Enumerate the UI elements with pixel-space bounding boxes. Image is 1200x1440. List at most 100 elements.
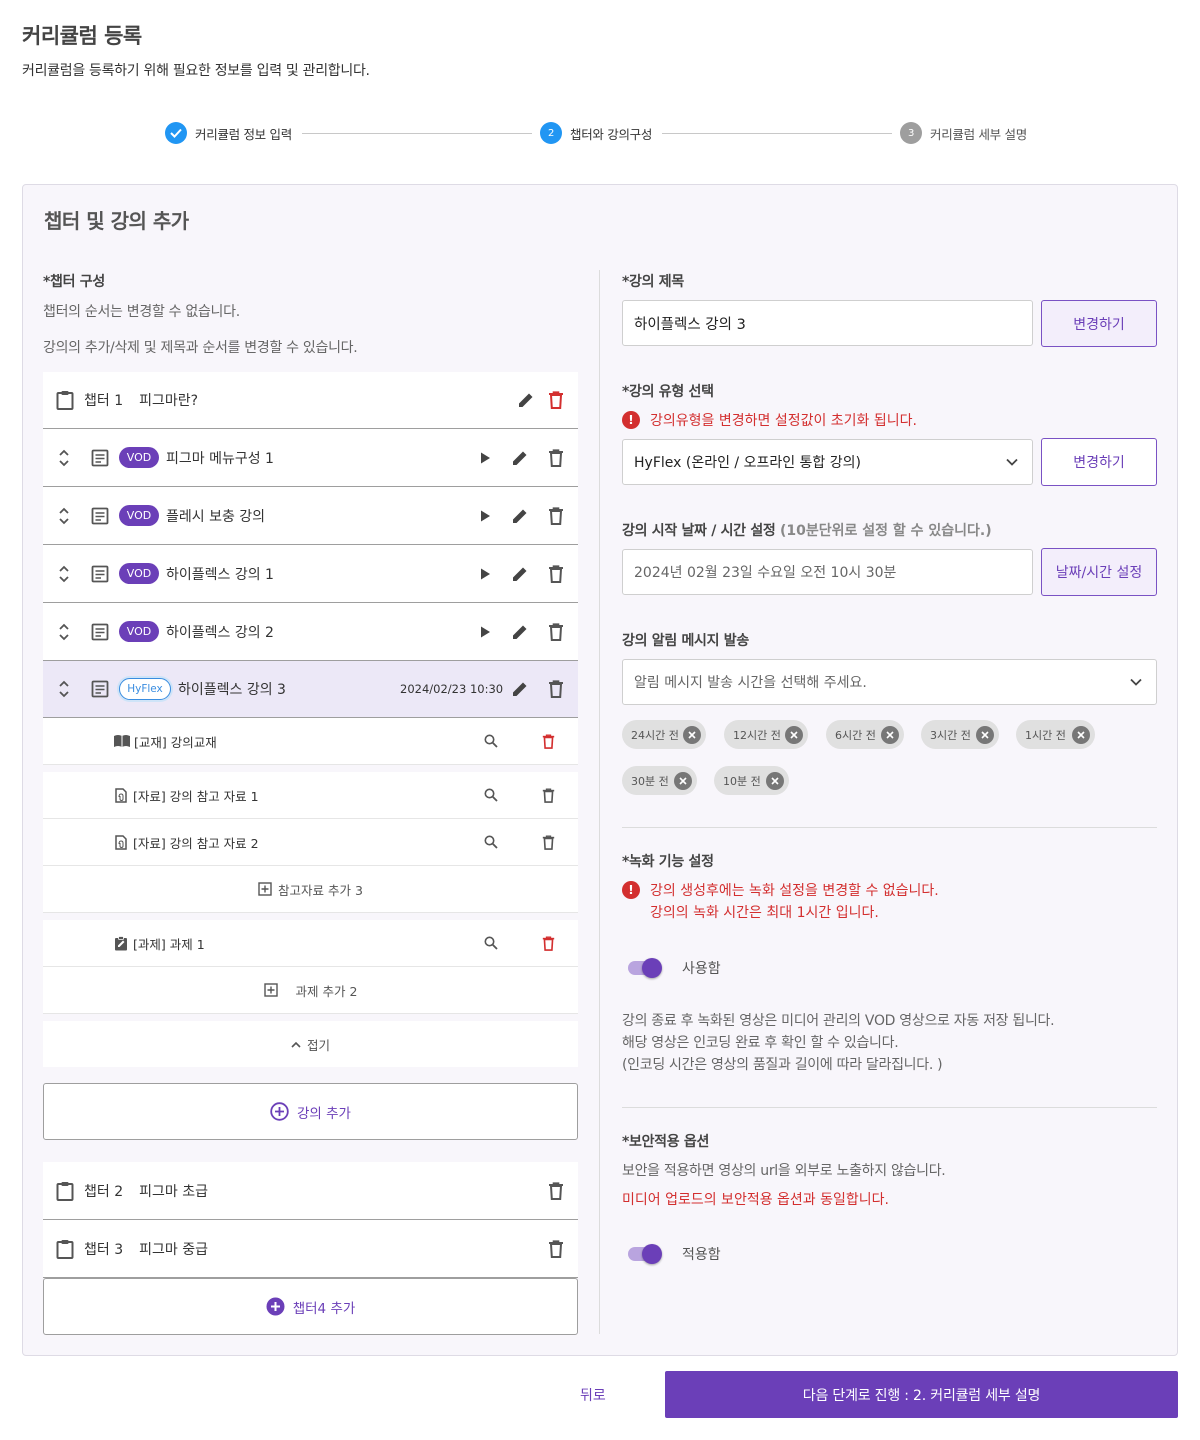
step-3-number: 3 [900, 122, 922, 144]
clipboard-icon [55, 1181, 75, 1201]
alert-chip[interactable]: 30분 전 [622, 766, 697, 795]
material-row[interactable]: [자료] 강의 참고 자료 2 [43, 819, 578, 866]
delete-icon[interactable] [548, 448, 564, 467]
delete-icon[interactable] [548, 622, 564, 641]
assignment-row[interactable]: [과제] 과제 1 [43, 920, 578, 967]
delete-icon[interactable] [548, 564, 564, 583]
drag-handle-icon[interactable] [57, 622, 71, 642]
next-step-button[interactable]: 다음 단계로 진행 : 2. 커리큘럼 세부 설명 [665, 1371, 1178, 1418]
play-icon[interactable] [479, 451, 491, 465]
alert-select[interactable]: 알림 메시지 발송 시간을 선택해 주세요. [622, 659, 1157, 705]
material-row[interactable]: [자료] 강의 참고 자료 1 [43, 772, 578, 819]
change-title-button[interactable]: 변경하기 [1041, 300, 1157, 347]
alert-chip[interactable]: 24시간 전 [622, 720, 706, 749]
search-icon[interactable] [484, 936, 498, 950]
material-row[interactable]: [교재] 강의교재 [43, 718, 578, 765]
step-3[interactable]: 3 커리큘럼 세부 설명 [900, 122, 1027, 144]
drag-handle-icon[interactable] [57, 448, 71, 468]
close-icon[interactable] [683, 725, 701, 744]
lecture-note-icon [91, 565, 109, 583]
close-icon[interactable] [976, 725, 994, 744]
play-icon[interactable] [479, 509, 491, 523]
play-icon[interactable] [479, 625, 491, 639]
date-time-button[interactable]: 날짜/시간 설정 [1041, 548, 1157, 596]
step-1-label: 커리큘럼 정보 입력 [195, 126, 292, 142]
drag-handle-icon[interactable] [57, 506, 71, 526]
edit-icon[interactable] [511, 565, 529, 583]
close-icon[interactable] [881, 725, 899, 744]
delete-icon[interactable] [542, 835, 555, 850]
delete-icon[interactable] [548, 1239, 564, 1258]
delete-icon[interactable] [542, 936, 555, 951]
lecture-row[interactable]: VOD 플레시 보충 강의 [43, 487, 578, 545]
edit-icon[interactable] [511, 680, 529, 698]
alert-chip[interactable]: 6시간 전 [826, 720, 904, 749]
alert-chip[interactable]: 10분 전 [714, 766, 789, 795]
collapse-button[interactable]: 접기 [43, 1021, 578, 1067]
step-1[interactable]: 커리큘럼 정보 입력 [165, 122, 292, 144]
delete-icon[interactable] [548, 391, 564, 409]
delete-icon[interactable] [548, 680, 564, 698]
drag-handle-icon[interactable] [57, 564, 71, 584]
assignment-icon [114, 935, 128, 951]
edit-icon[interactable] [511, 449, 529, 467]
info-icon: ! [622, 411, 640, 429]
step-2-label: 챕터와 강의구성 [570, 126, 653, 142]
chapter-title: 피그마 초급 [139, 1183, 208, 1200]
chevron-down-icon [1006, 458, 1018, 466]
check-icon [165, 122, 187, 144]
record-toggle[interactable]: 사용함 [628, 958, 721, 978]
search-icon[interactable] [484, 788, 498, 802]
lecture-row[interactable]: VOD 하이플렉스 강의 1 [43, 545, 578, 603]
alert-chip[interactable]: 3시간 전 [921, 720, 999, 749]
play-icon[interactable] [479, 567, 491, 581]
record-desc-3: (인코딩 시간은 영상의 품질과 길이에 따라 달라집니다. ) [622, 1057, 943, 1073]
alert-chip[interactable]: 1시간 전 [1016, 720, 1095, 749]
chapter-3-row[interactable]: 챕터 3 피그마 중급 [43, 1220, 578, 1278]
lecture-type-label: *강의 유형 선택 [622, 384, 714, 400]
chapter-1-row[interactable]: 챕터 1 피그마란? [43, 372, 578, 429]
back-button[interactable]: 뒤로 [580, 1385, 606, 1405]
search-icon[interactable] [484, 734, 498, 748]
search-icon[interactable] [484, 835, 498, 849]
chapter-number: 챕터 1 [84, 393, 124, 409]
security-toggle-switch[interactable] [628, 1244, 662, 1264]
edit-icon[interactable] [517, 391, 535, 409]
edit-icon[interactable] [511, 623, 529, 641]
add-lecture-button[interactable]: 강의 추가 [43, 1083, 578, 1140]
lecture-title-input[interactable]: 하이플렉스 강의 3 [622, 300, 1033, 346]
change-type-button[interactable]: 변경하기 [1041, 438, 1157, 486]
record-toggle-switch[interactable] [628, 958, 662, 978]
add-reference-label: 참고자료 추가 3 [278, 882, 363, 898]
close-icon[interactable] [766, 771, 784, 790]
chapter-2-row[interactable]: 챕터 2 피그마 초급 [43, 1162, 578, 1220]
step-connector [302, 133, 532, 134]
edit-icon[interactable] [511, 507, 529, 525]
security-toggle[interactable]: 적용함 [628, 1244, 721, 1264]
delete-icon[interactable] [548, 506, 564, 525]
lecture-type-select[interactable]: HyFlex (온라인 / 오프라인 통합 강의) [622, 439, 1033, 485]
delete-icon[interactable] [542, 788, 555, 803]
lecture-note-icon [91, 623, 109, 641]
lecture-title: 하이플렉스 강의 2 [166, 624, 274, 641]
lecture-title: 하이플렉스 강의 3 [178, 682, 286, 698]
close-icon[interactable] [1072, 725, 1090, 744]
close-icon[interactable] [785, 725, 803, 744]
step-connector [662, 133, 892, 134]
add-chapter-button[interactable]: 챕터4 추가 [43, 1278, 578, 1335]
chapter-title: 피그마란? [139, 393, 199, 409]
add-reference-button[interactable]: 참고자료 추가 3 [43, 866, 578, 913]
security-label: *보안적용 옵션 [622, 1134, 710, 1150]
date-input[interactable]: 2024년 02월 23일 수요일 오전 10시 30분 [622, 549, 1033, 595]
delete-icon[interactable] [548, 1181, 564, 1200]
close-icon[interactable] [674, 771, 692, 790]
alert-chip[interactable]: 12시간 전 [724, 720, 808, 749]
add-assignment-button[interactable]: 과제 추가 2 [43, 967, 578, 1014]
delete-icon[interactable] [542, 734, 555, 749]
lecture-row-active[interactable]: HyFlex 하이플렉스 강의 3 2024/02/23 10:30 [43, 661, 578, 718]
page-title: 커리큘럼 등록 [22, 24, 142, 48]
lecture-row[interactable]: VOD 피그마 메뉴구성 1 [43, 429, 578, 487]
step-2[interactable]: 2 챕터와 강의구성 [540, 122, 652, 144]
drag-handle-icon[interactable] [57, 679, 71, 699]
lecture-row[interactable]: VOD 하이플렉스 강의 2 [43, 603, 578, 661]
